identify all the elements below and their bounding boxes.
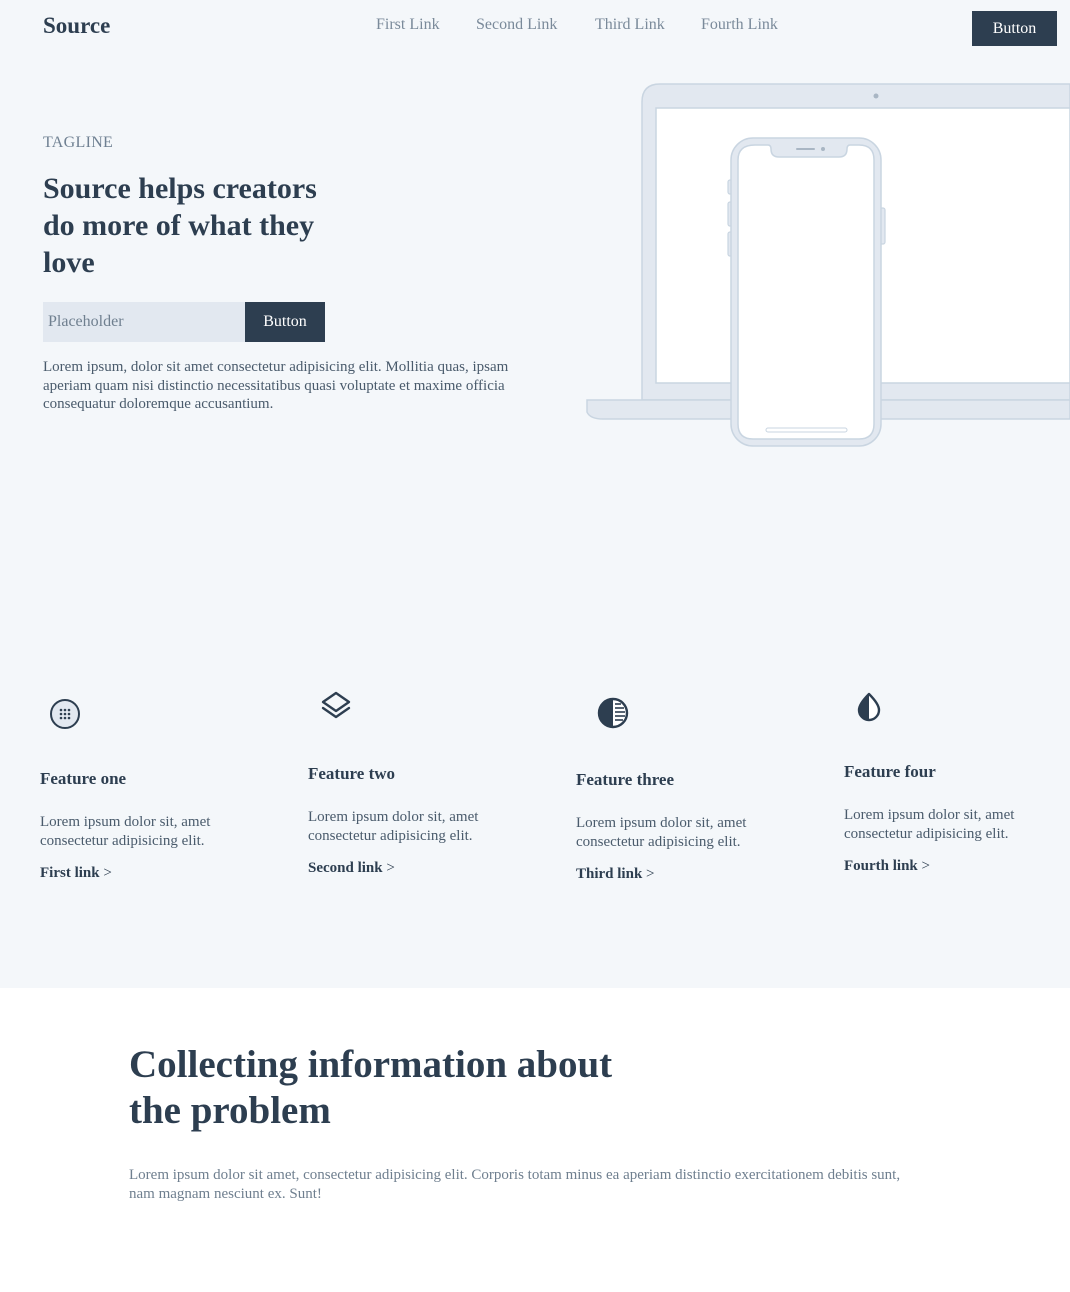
nav-second-link[interactable]: Second Link <box>476 16 557 34</box>
feature-four-link[interactable]: Fourth link > <box>844 858 930 875</box>
header-button[interactable]: Button <box>972 11 1057 46</box>
feature-one-title: Feature one <box>40 769 127 788</box>
hero-button[interactable]: Button <box>245 302 325 342</box>
hero-description: Lorem ipsum, dolor sit amet consectetur … <box>43 359 509 412</box>
feature-one-link[interactable]: First link > <box>40 865 112 882</box>
feature-two-link[interactable]: Second link > <box>308 860 395 877</box>
feature-three-title: Feature three <box>576 770 675 789</box>
feature-three-text: Lorem ipsum dolor sit, amet consectetur … <box>576 815 747 850</box>
contrast-icon <box>597 697 629 729</box>
feature-two-link-label: Second link <box>308 860 383 876</box>
feature-three-link-label: Third link <box>576 866 643 882</box>
feature-four-title: Feature four <box>844 762 936 781</box>
arrow-right-icon: > <box>386 860 395 876</box>
feature-card-two: Feature two Lorem ipsum dolor sit, amet … <box>308 688 528 888</box>
feature-card-three: Feature three Lorem ipsum dolor sit, ame… <box>576 694 796 894</box>
section-title: Collecting information about the problem <box>129 1043 613 1132</box>
layers-icon <box>321 691 351 719</box>
device-illustration <box>586 83 1070 447</box>
droplet-icon <box>857 692 881 722</box>
section-description: Lorem ipsum dolor sit amet, consectetur … <box>129 1167 901 1202</box>
hero-tagline: TAGLINE <box>43 134 114 151</box>
feature-three-link[interactable]: Third link > <box>576 866 655 883</box>
hero-title: Source helps creators do more of what th… <box>43 172 317 279</box>
feature-card-four: Feature four Lorem ipsum dolor sit, amet… <box>844 686 1064 886</box>
feature-four-link-label: Fourth link <box>844 858 918 874</box>
arrow-right-icon: > <box>646 866 655 882</box>
feature-two-text: Lorem ipsum dolor sit, amet consectetur … <box>308 809 479 844</box>
grid-circle-icon <box>50 699 80 729</box>
feature-one-link-label: First link <box>40 865 100 881</box>
brand-logo[interactable]: Source <box>43 13 110 39</box>
nav-third-link[interactable]: Third Link <box>595 16 665 34</box>
feature-one-text: Lorem ipsum dolor sit, amet consectetur … <box>40 814 211 849</box>
nav-first-link[interactable]: First Link <box>376 16 440 34</box>
feature-four-text: Lorem ipsum dolor sit, amet consectetur … <box>844 807 1015 842</box>
hero-input[interactable] <box>43 302 245 342</box>
feature-card-one: Feature one Lorem ipsum dolor sit, amet … <box>40 693 260 893</box>
feature-two-title: Feature two <box>308 764 396 783</box>
arrow-right-icon: > <box>921 858 930 874</box>
arrow-right-icon: > <box>103 865 112 881</box>
nav-fourth-link[interactable]: Fourth Link <box>701 16 778 34</box>
